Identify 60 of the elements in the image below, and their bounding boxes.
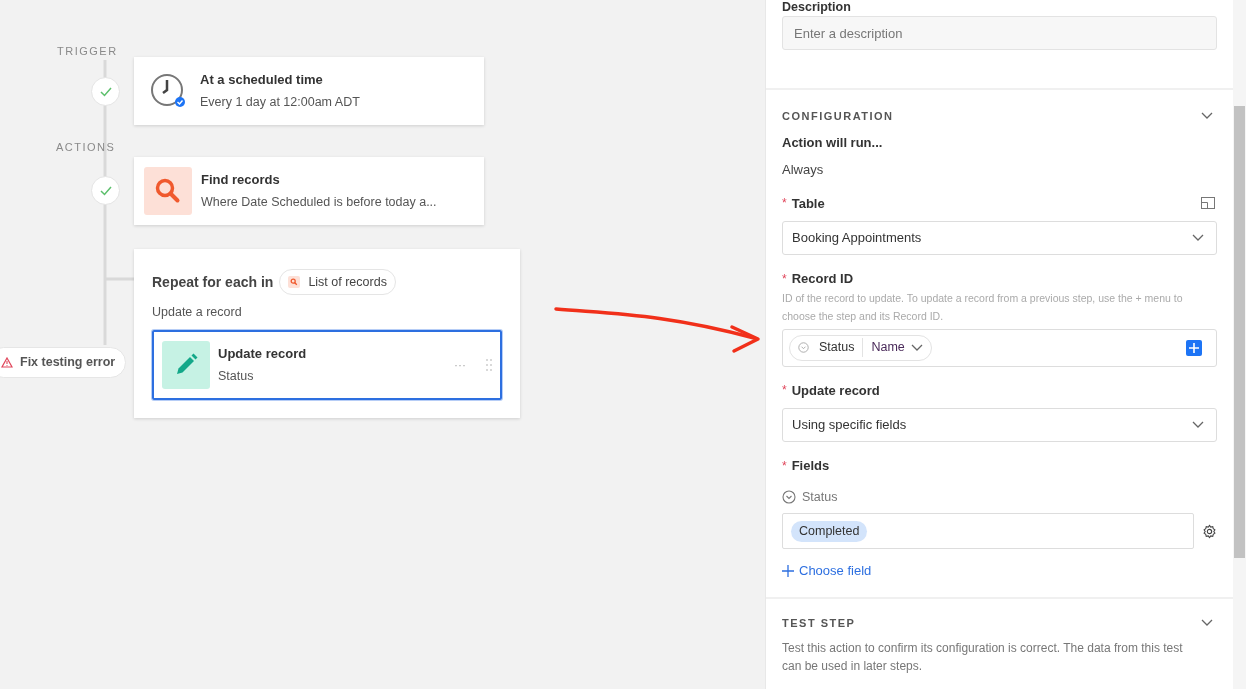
source-label: List of records: [308, 273, 387, 291]
field-name: Status: [802, 488, 838, 506]
section-heading: TEST STEP: [782, 615, 856, 631]
field-value: Always: [782, 161, 824, 179]
value-tag: Completed: [791, 520, 868, 542]
chevron-down-icon: [910, 343, 923, 352]
description-input[interactable]: Enter a description: [782, 16, 1217, 50]
dropdown-circle-icon: [798, 342, 809, 353]
section-label: TRIGGER: [57, 44, 118, 59]
search-icon: [144, 167, 192, 215]
error-badge[interactable]: Fix testing error: [0, 347, 127, 378]
field-label: Record ID: [791, 270, 854, 288]
chevron-down-icon: [1192, 421, 1204, 429]
step-card[interactable]: Update record Status ···: [152, 329, 502, 400]
trigger-card[interactable]: At a scheduled time Every 1 day at 12:00am ADT: [134, 57, 484, 125]
field-label: Table: [791, 194, 825, 213]
action-card[interactable]: Find records Where Date Scheduled is before today a...: [134, 157, 484, 225]
choose-field-button[interactable]: Choose field: [782, 561, 872, 581]
required-asterisk: *: [782, 457, 787, 475]
card-subtitle: Status: [218, 367, 254, 385]
required-asterisk: *: [782, 195, 787, 213]
check-icon: [99, 86, 112, 97]
plus-icon: [782, 565, 794, 577]
loop-caption: Update a record: [152, 304, 242, 321]
token-value: Name: [871, 339, 905, 357]
field-label: Fields: [791, 457, 830, 475]
token-field: Status: [819, 338, 864, 357]
card-subtitle: Where Date Scheduled is before today a...: [201, 193, 437, 211]
required-asterisk: *: [782, 382, 787, 400]
pencil-icon: [162, 340, 210, 389]
dropdown-circle-icon: [782, 489, 796, 504]
required-asterisk: *: [782, 270, 787, 288]
card-subtitle: Every 1 day at 12:00am ADT: [200, 93, 360, 111]
search-icon: [288, 276, 301, 288]
section-heading: CONFIGURATION: [782, 109, 894, 124]
clock-icon: [150, 73, 186, 109]
table-select[interactable]: Booking Appointments: [782, 221, 1217, 255]
section-description: Test this action to confirm its configuration is correct. The data from this test can be used in later steps.: [782, 640, 1184, 676]
source-pill[interactable]: List of records: [279, 269, 396, 295]
drag-handle-icon[interactable]: [486, 358, 492, 371]
update-mode-select[interactable]: Using specific fields: [782, 408, 1217, 442]
field-label: Update record: [791, 381, 880, 400]
add-icon[interactable]: [1186, 339, 1202, 356]
settings-icon[interactable]: [1202, 523, 1217, 539]
section-label: ACTIONS: [56, 140, 116, 155]
warning-icon: [1, 357, 13, 368]
field-label: Action will run...: [782, 133, 883, 152]
chevron-down-icon: [1201, 619, 1213, 627]
window-icon[interactable]: [1201, 197, 1215, 210]
record-id-input[interactable]: Status Name: [782, 328, 1217, 367]
loop-heading: Repeat for each in: [152, 272, 274, 292]
check-icon: [99, 185, 112, 196]
field-label: Description: [782, 0, 851, 14]
chevron-down-icon: [1192, 234, 1204, 242]
chevron-down-icon: [1201, 112, 1213, 121]
card-title: At a scheduled time: [200, 71, 324, 90]
field-value-input[interactable]: Completed: [782, 513, 1194, 550]
help-text: ID of the record to update. To update a record from a previous step, use the + menu to choose the step and its Record ID.: [782, 290, 1184, 324]
card-title: Update record: [218, 345, 308, 364]
card-title: Find records: [201, 171, 281, 190]
